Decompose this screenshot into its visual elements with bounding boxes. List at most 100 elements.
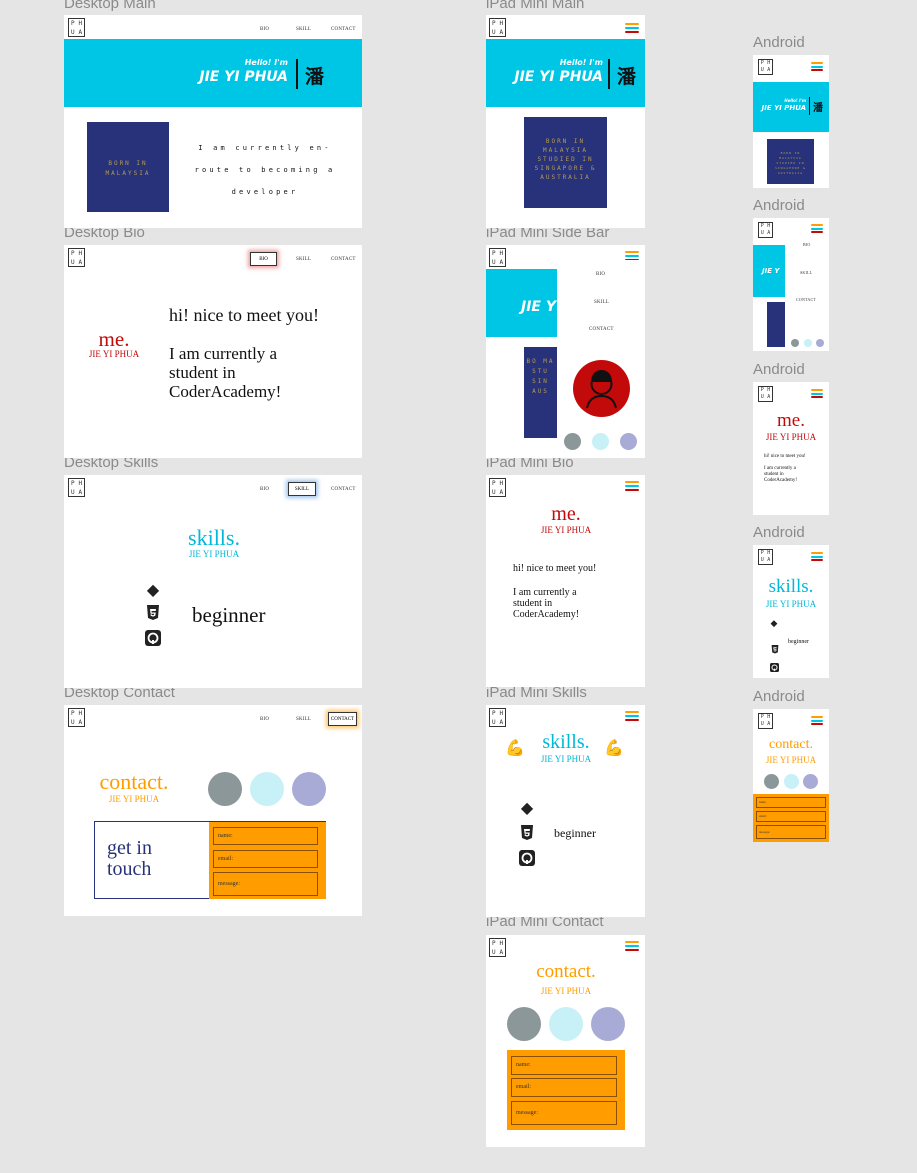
side-nav-bio[interactable]: BIO [803,242,811,247]
email-field[interactable]: email: [511,1078,617,1097]
desktop-contact-frame: PHUA BIO SKILL CONTACT contact. JIE YI P… [64,705,362,916]
android-contact-frame: PHUA contact. JIE YI PHUA name: email: m… [753,709,829,842]
skills-title: skills. [542,731,590,753]
gem-icon: ◆ [770,619,778,629]
nav-bio[interactable]: BIO [260,487,269,492]
contact-subtitle: JIE YI PHUA [540,986,592,996]
logo-icon[interactable]: PHUA [489,708,506,727]
han-character: 潘 [305,66,325,88]
me-title: me. [777,410,805,431]
nav-skill[interactable]: SKILL [296,27,311,32]
contact-subtitle: JIE YI PHUA [765,755,817,765]
hamburger-menu-icon[interactable] [625,941,639,951]
name-field[interactable]: name: [213,827,318,845]
email-field[interactable]: email: [213,850,318,868]
nav-contact[interactable]: CONTACT [331,257,356,262]
ipad-skills-frame: PHUA 💪 skills. JIE YI PHUA 💪 ◆ beginner [486,705,645,917]
name-field[interactable]: name: [756,797,826,808]
me-subtitle: JIE YI PHUA [765,432,817,442]
contact-form: name: email: message: [753,794,829,842]
logo-icon[interactable]: PHUA [758,713,773,729]
desktop-main-frame: PHUA BIO SKILL CONTACT Hello! I'm JIE YI… [64,15,362,228]
nav-skill[interactable]: SKILL [296,257,311,262]
nav-bio[interactable]: BIO [260,27,269,32]
logo-icon[interactable]: PHUA [489,938,506,957]
han-character: 潘 [813,103,823,114]
gem-icon: ◆ [520,798,534,817]
email-field[interactable]: email: [756,811,826,822]
divider [608,59,610,89]
desktop-skills-frame: PHUA BIO SKILL CONTACT skills. JIE YI PH… [64,475,362,688]
desktop-bio-frame: PHUA BIO SKILL CONTACT me. JIE YI PHUA h… [64,245,362,458]
logo-icon[interactable]: PHUA [758,386,773,402]
nav-contact[interactable]: CONTACT [331,27,356,32]
github-icon [144,630,162,648]
me-title: me. [551,503,581,525]
nav-contact-active[interactable]: CONTACT [328,712,357,726]
nav-bio-active[interactable]: BIO [250,252,277,266]
message-field[interactable]: message: [756,825,826,839]
color-swatch-grey [764,774,779,789]
logo-icon[interactable]: PHUA [758,549,773,565]
side-nav-contact[interactable]: CONTACT [589,327,614,332]
hamburger-menu-icon[interactable] [811,552,823,561]
message-field[interactable]: message: [213,872,318,896]
frame-label-android-5: Android [753,688,805,705]
skills-subtitle: JIE YI PHUA [765,599,817,609]
logo-icon[interactable]: PHUA [68,478,85,497]
hamburger-menu-icon[interactable] [625,711,639,721]
side-nav-contact[interactable]: CONTACT [796,297,816,302]
side-nav-skill[interactable]: SKILL [594,300,609,305]
hero-banner: JIE Y [486,269,557,337]
skill-level: beginner [788,639,809,645]
hamburger-menu-icon[interactable] [625,23,639,33]
born-card: BORN IN MALAYSIA STUDIED IN SINGAPORE & … [524,117,607,208]
hamburger-menu-icon[interactable] [811,62,823,71]
side-nav-skill[interactable]: SKILL [800,270,812,275]
born-card [767,302,785,347]
hero-name: JIE YI PHUA [199,69,288,85]
color-swatch-light [250,772,284,806]
color-swatch-grey [208,772,242,806]
frame-label-android-1: Android [753,34,805,51]
frame-label-desktop-main: Desktop Main [64,0,156,12]
android-bio-frame: PHUA me. JIE YI PHUA hi! nice to meet yo… [753,382,829,515]
frame-label-android-2: Android [753,197,805,214]
hamburger-menu-icon[interactable] [811,224,823,233]
logo-icon[interactable]: PHUA [68,248,85,267]
ipad-contact-frame: PHUA contact. JIE YI PHUA name: email: m… [486,935,645,1147]
gem-icon: ◆ [146,580,160,599]
skills-title: skills. [188,525,240,550]
nav-skill-active[interactable]: SKILL [288,482,316,496]
logo-icon[interactable]: PHUA [489,478,506,497]
ipad-main-frame: PHUA Hello! I'm JIE YI PHUA 潘 BORN IN MA… [486,15,645,228]
color-swatch-light [549,1007,583,1041]
message-field[interactable]: message: [511,1101,617,1125]
hello-text: Hello! I'm [784,98,806,103]
hamburger-menu-icon[interactable] [811,389,823,398]
contact-title: contact. [769,737,813,752]
hero-name: JIE YI PHUA [514,69,603,85]
logo-icon[interactable]: PHUA [489,248,506,267]
nav-bio[interactable]: BIO [260,717,269,722]
hamburger-menu-icon[interactable] [811,716,823,725]
nav-contact[interactable]: CONTACT [331,487,356,492]
side-nav-bio[interactable]: BIO [596,272,605,277]
logo-icon[interactable]: PHUA [68,18,85,37]
hamburger-menu-icon[interactable] [625,481,639,491]
hello-text: Hello! I'm [559,58,603,67]
android-main-frame: PHUA Hello! I'm JIE YI PHUA 潘 BORN IN MA… [753,55,829,188]
logo-icon[interactable]: PHUA [489,18,506,37]
android-skills-frame: PHUA skills. JIE YI PHUA ◆ beginner [753,545,829,678]
nav-skill[interactable]: SKILL [296,717,311,722]
name-field[interactable]: name: [511,1056,617,1075]
color-swatch-light [804,339,812,347]
hero-banner: Hello! I'm JIE YI PHUA 潘 [64,39,362,107]
logo-icon[interactable]: PHUA [758,222,773,238]
frame-label-ipad-main: iPad Mini Main [486,0,585,12]
contact-title: contact. [536,961,596,982]
greeting-text: hi! nice to meet you! [513,563,597,574]
color-swatch-lavender [591,1007,625,1041]
logo-icon[interactable]: PHUA [68,708,85,727]
logo-icon[interactable]: PHUA [758,59,773,75]
